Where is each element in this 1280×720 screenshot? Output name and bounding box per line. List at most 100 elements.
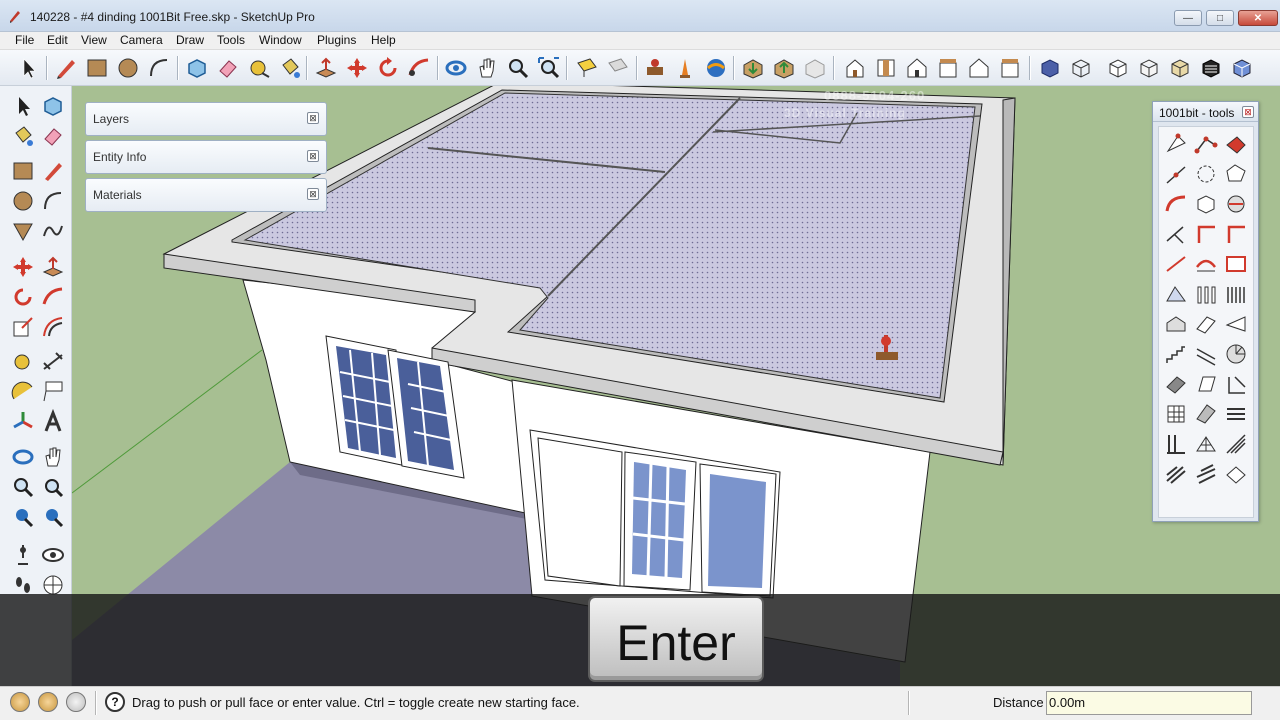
railing-icon[interactable] [1193, 341, 1219, 367]
spiral-stairs-icon[interactable] [1223, 341, 1249, 367]
fillet-icon[interactable] [1163, 191, 1189, 217]
grid-icon[interactable] [1163, 401, 1189, 427]
rectangle-icon[interactable] [84, 55, 110, 81]
monochrome-icon[interactable] [1198, 55, 1224, 81]
scale-icon[interactable] [10, 314, 36, 340]
rafters-icon[interactable] [1223, 431, 1249, 457]
shape-outline-icon[interactable] [1223, 161, 1249, 187]
rectangle-icon[interactable] [10, 158, 36, 184]
paint-bucket-icon[interactable] [10, 123, 36, 149]
corner-right-icon[interactable] [1223, 221, 1249, 247]
circle-icon[interactable] [115, 55, 141, 81]
louvre-icon[interactable] [1223, 401, 1249, 427]
toggle-terrain-icon[interactable] [672, 55, 698, 81]
push-pull-icon[interactable] [313, 55, 339, 81]
previous-view-icon[interactable] [10, 504, 36, 530]
move-icon[interactable] [10, 254, 36, 280]
menu-camera[interactable]: Camera [119, 33, 164, 47]
layers-close-icon[interactable]: ⊠ [307, 112, 319, 124]
perpendicular-icon[interactable] [1163, 221, 1189, 247]
joist-icon[interactable] [1163, 461, 1189, 487]
purlin-icon[interactable] [1193, 461, 1219, 487]
cut-opening-icon[interactable] [1163, 281, 1189, 307]
arc-icon[interactable] [146, 55, 172, 81]
close-button[interactable]: ✕ [1238, 10, 1278, 26]
freehand-icon[interactable] [40, 218, 66, 244]
zoom-window-icon[interactable] [40, 474, 66, 500]
select-icon[interactable] [15, 55, 41, 81]
orbit-icon[interactable] [10, 444, 36, 470]
polygon-icon[interactable] [10, 218, 36, 244]
get-models-icon[interactable] [703, 55, 729, 81]
menu-draw[interactable]: Draw [175, 33, 205, 47]
materials-panel[interactable]: Materials ⊠ [85, 178, 327, 212]
zoom-icon[interactable] [10, 474, 36, 500]
measurements-input[interactable]: 0.00m [1046, 691, 1252, 715]
circle-points-icon[interactable] [1193, 161, 1219, 187]
share-model-icon[interactable] [740, 55, 766, 81]
columns-icon[interactable] [1193, 281, 1219, 307]
position-camera-icon[interactable] [10, 542, 36, 568]
circle-icon[interactable] [10, 188, 36, 214]
wall-tool-icon[interactable] [1163, 311, 1189, 337]
extension-warehouse-icon[interactable] [802, 55, 828, 81]
signin-icon[interactable] [66, 692, 86, 712]
zoom-icon[interactable] [505, 55, 531, 81]
help-icon[interactable]: ? [105, 692, 125, 712]
truss-icon[interactable] [1193, 431, 1219, 457]
rotate-icon[interactable] [375, 55, 401, 81]
axes-icon[interactable] [10, 409, 36, 435]
tiles-icon[interactable] [1193, 401, 1219, 427]
credits-icon[interactable] [38, 692, 58, 712]
color-by-layer-icon[interactable] [1229, 55, 1255, 81]
eraser-icon[interactable] [215, 55, 241, 81]
sweep-icon[interactable] [1223, 191, 1249, 217]
roof-icon[interactable] [1163, 371, 1189, 397]
make-component-icon[interactable] [184, 55, 210, 81]
zoom-extents-icon[interactable] [40, 504, 66, 530]
hidden-line-icon[interactable] [1105, 55, 1131, 81]
extrude-icon[interactable] [1193, 191, 1219, 217]
arc-icon[interactable] [40, 188, 66, 214]
share-component-icon[interactable] [771, 55, 797, 81]
pencil-icon[interactable] [53, 55, 79, 81]
section-plane-icon[interactable] [574, 55, 600, 81]
back-view-icon[interactable] [966, 55, 992, 81]
panel-icon[interactable] [1193, 371, 1219, 397]
paint-bucket-icon[interactable] [277, 55, 303, 81]
divide-line-icon[interactable] [1163, 161, 1189, 187]
look-around-icon[interactable] [40, 542, 66, 568]
protractor-icon[interactable] [10, 379, 36, 405]
point-on-face-icon[interactable] [1163, 131, 1189, 157]
eraser-icon[interactable] [40, 123, 66, 149]
frame-icon[interactable] [1223, 251, 1249, 277]
iso-view-icon[interactable] [842, 55, 868, 81]
entity-info-close-icon[interactable]: ⊠ [307, 150, 319, 162]
1001bit-tools-titlebar[interactable]: 1001bit - tools ⊠ [1153, 102, 1258, 122]
menu-view[interactable]: View [80, 33, 108, 47]
follow-me-icon[interactable] [40, 284, 66, 310]
window-tool-icon[interactable] [1193, 311, 1219, 337]
add-location-icon[interactable] [642, 55, 668, 81]
left-view-icon[interactable] [997, 55, 1023, 81]
move-icon[interactable] [344, 55, 370, 81]
framing-icon[interactable] [1163, 431, 1189, 457]
zoom-extents-icon[interactable] [536, 55, 562, 81]
1001bit-close-icon[interactable]: ⊠ [1242, 106, 1254, 118]
geolocation-icon[interactable] [10, 692, 30, 712]
tape-measure-icon[interactable] [246, 55, 272, 81]
red-arrow-icon[interactable] [1223, 131, 1249, 157]
line-points-icon[interactable] [1193, 131, 1219, 157]
door-tool-icon[interactable] [1223, 311, 1249, 337]
cladding-icon[interactable] [1223, 461, 1249, 487]
layers-panel[interactable]: Layers ⊠ [85, 102, 327, 136]
section-display-icon[interactable] [605, 55, 631, 81]
stairs-icon[interactable] [1163, 341, 1189, 367]
right-view-icon[interactable] [935, 55, 961, 81]
offset-icon[interactable] [40, 314, 66, 340]
front-view-icon[interactable] [904, 55, 930, 81]
maximize-button[interactable]: □ [1206, 10, 1234, 26]
wireframe-icon[interactable] [1068, 55, 1094, 81]
menu-plugins[interactable]: Plugins [316, 33, 357, 47]
tape-measure-icon[interactable] [10, 349, 36, 375]
